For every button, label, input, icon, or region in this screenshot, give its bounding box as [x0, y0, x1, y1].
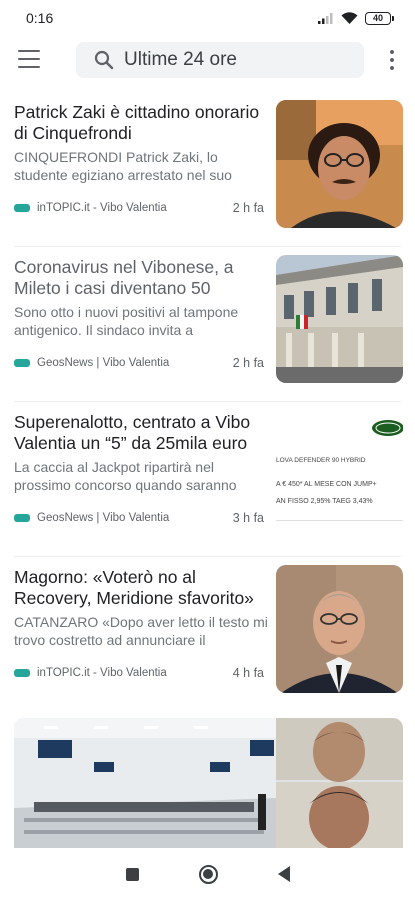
- article-source: GeosNews | Vibo Valentia: [37, 357, 170, 369]
- search-query: Ultime 24 ore: [124, 49, 237, 70]
- signal-icon: [318, 13, 333, 24]
- article-card[interactable]: Superenalotto, centrato a Vibo Valentia …: [0, 402, 415, 557]
- article-source: GeosNews | Vibo Valentia: [37, 512, 170, 524]
- menu-icon[interactable]: [18, 50, 40, 68]
- ad-line-2: A € 450* AL MESE CON JUMP+: [276, 481, 377, 488]
- article-meta: inTOPIC.it - Vibo Valentia 2 h fa: [14, 200, 264, 216]
- article-thumbnail[interactable]: [276, 565, 403, 693]
- article-title[interactable]: Coronavirus nel Vibonese, a Mileto i cas…: [14, 257, 264, 299]
- article-snippet: CATANZARO «Dopo aver letto il testo mi t…: [14, 614, 268, 648]
- wifi-icon: [341, 11, 358, 24]
- article-thumbnail[interactable]: [276, 100, 403, 228]
- article-card[interactable]: Coronavirus nel Vibonese, a Mileto i cas…: [0, 247, 415, 402]
- article-card[interactable]: Patrick Zaki è cittadino onorario di Cin…: [0, 92, 415, 247]
- article-source: inTOPIC.it - Vibo Valentia: [37, 667, 167, 679]
- article-snippet: Sono otto i nuovi positivi al tampone an…: [14, 304, 239, 338]
- battery-level: 40: [372, 13, 383, 23]
- article-title[interactable]: Patrick Zaki è cittadino onorario di Cin…: [14, 102, 264, 144]
- article-snippet: La caccia al Jackpot ripartirà nel pross…: [14, 459, 237, 493]
- ad-line-3: AN FISSO 2,95% TAEG 3,43%: [276, 498, 373, 505]
- source-tag-icon: [14, 514, 30, 522]
- article-title[interactable]: Superenalotto, centrato a Vibo Valentia …: [14, 412, 264, 454]
- battery-icon: 40: [365, 11, 394, 25]
- article-time: 3 h fa: [232, 511, 264, 525]
- source-tag-icon: [14, 359, 30, 367]
- article-source: inTOPIC.it - Vibo Valentia: [37, 202, 167, 214]
- search-input[interactable]: Ultime 24 ore: [76, 42, 364, 78]
- featured-article-image[interactable]: [14, 718, 403, 848]
- system-nav-bar: [0, 848, 415, 900]
- home-icon[interactable]: [198, 864, 218, 884]
- article-meta: inTOPIC.it - Vibo Valentia 4 h fa: [14, 665, 264, 681]
- article-card[interactable]: Magorno: «Voterò no al Recovery, Meridio…: [0, 557, 415, 712]
- article-snippet: CINQUEFRONDI Patrick Zaki, lo studente e…: [14, 149, 232, 183]
- article-thumbnail[interactable]: [276, 255, 403, 383]
- status-bar: 0:16 40: [0, 0, 415, 36]
- article-meta: GeosNews | Vibo Valentia 2 h fa: [14, 355, 264, 371]
- source-tag-icon: [14, 669, 30, 677]
- search-icon: [94, 50, 114, 70]
- back-icon[interactable]: [277, 866, 290, 882]
- status-time: 0:16: [26, 10, 54, 26]
- status-icons: 40: [318, 11, 394, 25]
- article-time: 4 h fa: [232, 666, 264, 680]
- article-time: 2 h fa: [232, 201, 264, 215]
- more-options-icon[interactable]: [389, 50, 395, 70]
- recent-apps-icon[interactable]: [125, 867, 139, 881]
- article-title[interactable]: Magorno: «Voterò no al Recovery, Meridio…: [14, 567, 264, 609]
- article-thumbnail[interactable]: LOVA DEFENDER 90 HYBRID A € 450* AL MESE…: [276, 410, 403, 538]
- app-header: Ultime 24 ore: [0, 36, 415, 88]
- article-meta: GeosNews | Vibo Valentia 3 h fa: [14, 510, 264, 526]
- source-tag-icon: [14, 204, 30, 212]
- article-time: 2 h fa: [232, 356, 264, 370]
- ad-line-1: LOVA DEFENDER 90 HYBRID: [276, 457, 366, 464]
